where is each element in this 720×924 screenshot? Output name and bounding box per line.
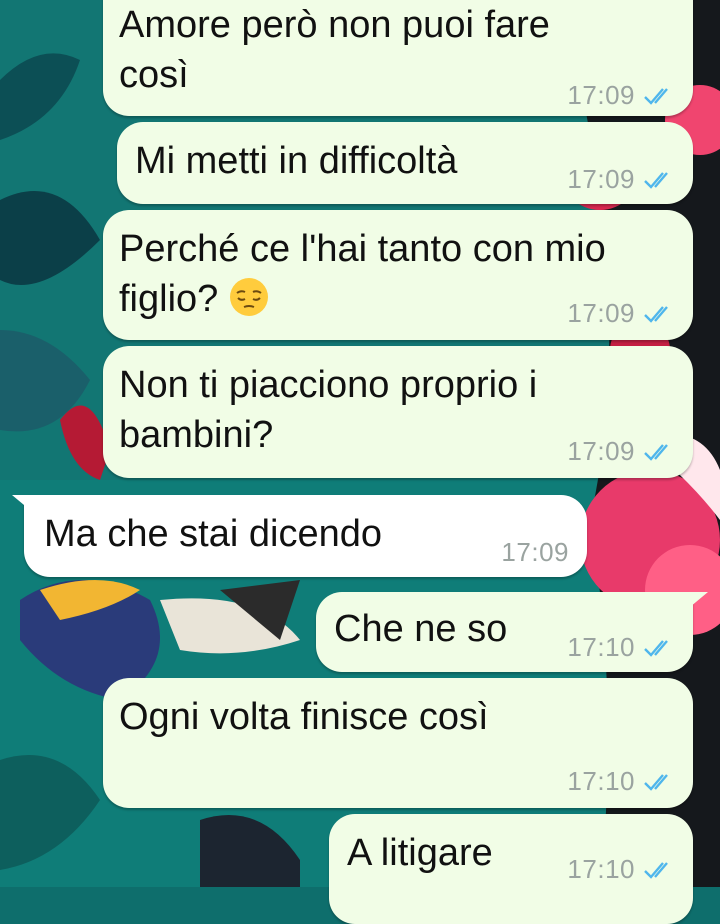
read-double-check-icon [644, 861, 668, 879]
read-double-check-icon [644, 639, 668, 657]
message-time: 17:09 [567, 436, 635, 466]
message-bubble-outgoing[interactable]: A litigare 17:10 [329, 814, 693, 924]
message-time: 17:10 [567, 632, 635, 662]
message-time: 17:09 [567, 164, 635, 194]
message-bubble-outgoing[interactable]: Che ne so 17:10 [316, 592, 693, 672]
read-double-check-icon [644, 305, 668, 323]
message-text: Non ti piacciono proprio i bambini? [119, 364, 538, 456]
message-bubble-incoming[interactable]: Ma che stai dicendo 17:09 [24, 495, 587, 577]
message-time: 17:10 [567, 766, 635, 796]
message-text: A litigare [347, 832, 493, 874]
read-double-check-icon [644, 443, 668, 461]
message-meta: 17:10 [567, 766, 675, 797]
message-text: Amore però non puoi fare così [119, 4, 550, 96]
message-meta: 17:09 [567, 164, 675, 195]
message-meta: 17:09 [501, 537, 569, 568]
message-text: Ogni volta finisce così [119, 696, 489, 738]
message-text: Mi metti in difficoltà [135, 140, 458, 182]
message-meta: 17:09 [567, 436, 675, 467]
message-time: 17:09 [567, 298, 635, 328]
read-double-check-icon [644, 773, 668, 791]
read-double-check-icon [644, 171, 668, 189]
pensive-face-emoji [229, 278, 268, 316]
message-text: Ma che stai dicendo [44, 513, 382, 555]
message-time: 17:09 [501, 537, 569, 567]
message-bubble-outgoing[interactable]: Ogni volta finisce così 17:10 [103, 678, 693, 808]
message-meta: 17:09 [567, 80, 675, 111]
outgoing-bubble-tail [684, 592, 708, 612]
message-bubble-outgoing[interactable]: Non ti piacciono proprio i bambini? 17:0… [103, 346, 693, 478]
message-text: Che ne so [334, 608, 508, 650]
message-text: Perché ce l'hai tanto con mio figlio? [119, 228, 606, 320]
incoming-bubble-tail [12, 495, 36, 515]
message-meta: 17:10 [567, 632, 675, 663]
message-meta: 17:10 [567, 854, 675, 885]
read-double-check-icon [644, 87, 668, 105]
message-time: 17:09 [567, 80, 635, 110]
message-meta: 17:09 [567, 298, 675, 329]
message-bubble-outgoing[interactable]: Perché ce l'hai tanto con mio figlio? 17… [103, 210, 693, 340]
message-bubble-outgoing[interactable]: Mi metti in difficoltà 17:09 [117, 122, 693, 204]
message-bubble-outgoing[interactable]: Amore però non puoi fare così 17:09 [103, 0, 693, 116]
message-time: 17:10 [567, 854, 635, 884]
